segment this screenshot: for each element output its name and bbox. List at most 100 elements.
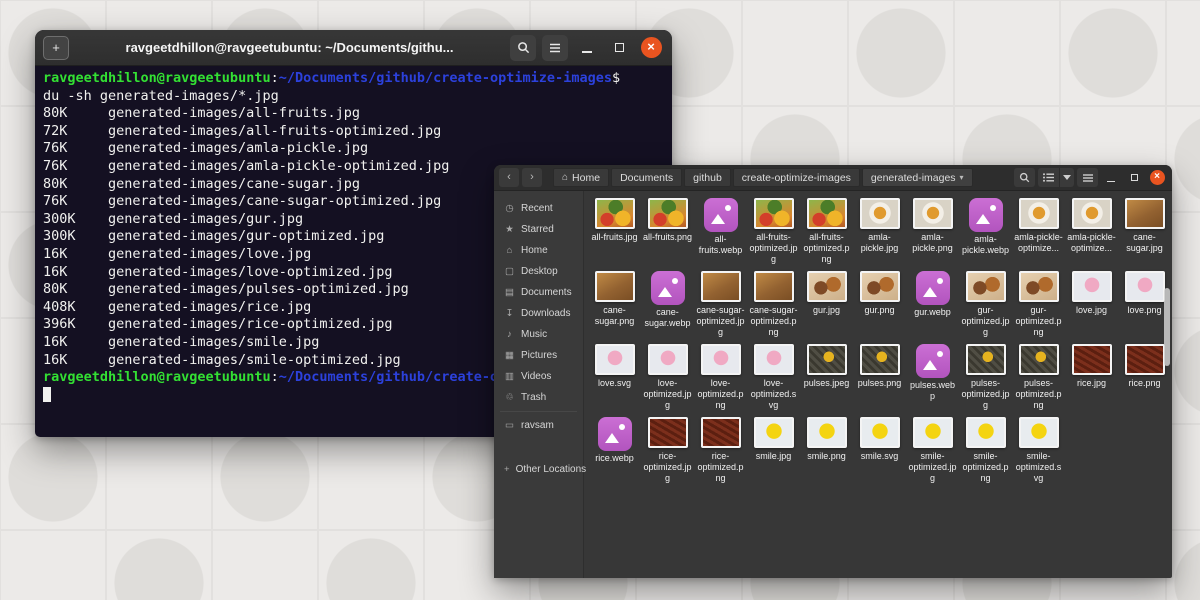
file-item[interactable]: cane-sugar-optimized.png (747, 269, 800, 342)
file-item[interactable]: amla-pickle-optimize... (1065, 196, 1118, 269)
file-item[interactable]: amla-pickle.webp (959, 196, 1012, 269)
file-item[interactable]: gur-optimized.jpg (959, 269, 1012, 342)
file-item[interactable]: all-fruits-optimized.jpg (747, 196, 800, 269)
menu-icon[interactable] (542, 35, 568, 61)
file-item[interactable]: smile-optimized.svg (1012, 415, 1065, 488)
breadcrumb-segment[interactable]: generated-images▾ (862, 168, 973, 187)
sidebar-item[interactable]: ▤Documents (494, 282, 583, 303)
file-name-label: cane-sugar.png (590, 305, 640, 327)
file-item[interactable]: all-fruits.webp (694, 196, 747, 269)
sidebar-item[interactable]: ◷Recent (494, 198, 583, 219)
file-item[interactable]: love-optimized.svg (747, 342, 800, 415)
terminal-command: du -sh generated-images/*.jpg (43, 88, 664, 106)
file-item[interactable]: pulses.png (853, 342, 906, 415)
file-thumbnail (860, 271, 900, 302)
file-item[interactable]: rice-optimized.jpg (641, 415, 694, 488)
file-name-label: cane-sugar.jpg (1120, 232, 1170, 254)
file-item[interactable]: rice.webp (588, 415, 641, 488)
sidebar-item[interactable]: ♲Trash (494, 387, 583, 408)
files-content[interactable]: all-fruits.jpgall-fruits.pngall-fruits.w… (584, 191, 1172, 578)
file-thumbnail (966, 271, 1006, 302)
breadcrumb-segment[interactable]: github▾ (684, 168, 731, 187)
terminal-titlebar[interactable]: + ravgeetdhillon@ravgeetubuntu: ~/Docume… (35, 30, 672, 66)
maximize-icon[interactable] (1124, 168, 1144, 188)
file-name-label: smile.svg (861, 451, 899, 462)
file-thumbnail (1072, 198, 1112, 229)
file-item[interactable]: cane-sugar-optimized.jpg (694, 269, 747, 342)
new-tab-icon[interactable]: + (43, 36, 69, 60)
sidebar-item[interactable]: ★Starred (494, 219, 583, 240)
file-name-label: love-optimized.png (696, 378, 746, 411)
back-icon[interactable]: ‹ (499, 168, 519, 187)
file-item[interactable]: smile.jpg (747, 415, 800, 488)
close-icon[interactable]: × (1147, 168, 1167, 188)
trash-icon: ♲ (504, 392, 515, 403)
view-list-icon[interactable] (1038, 168, 1059, 187)
file-thumbnail (648, 198, 688, 229)
file-path: generated-images/cane-sugar-optimized.jp… (108, 193, 441, 209)
search-icon[interactable] (1014, 168, 1035, 187)
file-name-label: all-fruits-optimized.png (802, 232, 852, 265)
file-item[interactable]: all-fruits.png (641, 196, 694, 269)
file-item[interactable]: cane-sugar.jpg (1118, 196, 1171, 269)
sidebar-item[interactable]: ↧Downloads (494, 303, 583, 324)
file-item[interactable]: pulses.webp (906, 342, 959, 415)
file-item[interactable]: pulses.jpeg (800, 342, 853, 415)
file-item[interactable]: gur.jpg (800, 269, 853, 342)
sidebar-item[interactable]: ▥Videos (494, 366, 583, 387)
sidebar-divider (500, 411, 577, 412)
files-sidebar: ◷Recent★Starred⌂Home▢Desktop▤Documents↧D… (494, 191, 584, 578)
maximize-icon[interactable] (606, 35, 632, 61)
files-headerbar[interactable]: ‹ › ⌂Home▾Documents▾github▾create-optimi… (494, 165, 1172, 191)
file-item[interactable]: all-fruits.jpg (588, 196, 641, 269)
file-name-label: cane-sugar-optimized.png (749, 305, 799, 338)
file-item[interactable]: love-optimized.png (694, 342, 747, 415)
file-item[interactable]: amla-pickle.jpg (853, 196, 906, 269)
close-icon[interactable]: × (638, 35, 664, 61)
file-item[interactable]: pulses-optimized.jpg (959, 342, 1012, 415)
file-item[interactable]: smile.svg (853, 415, 906, 488)
file-item[interactable]: rice.jpg (1065, 342, 1118, 415)
file-item[interactable]: smile-optimized.jpg (906, 415, 959, 488)
file-item[interactable]: cane-sugar.png (588, 269, 641, 342)
file-path: generated-images/all-fruits.jpg (108, 105, 360, 121)
breadcrumb-segment[interactable]: ⌂Home▾ (553, 168, 609, 187)
file-item[interactable]: gur.webp (906, 269, 959, 342)
forward-icon[interactable]: › (522, 168, 542, 187)
file-size: 76K (43, 158, 108, 176)
file-item[interactable]: amla-pickle-optimize... (1012, 196, 1065, 269)
file-item[interactable]: love.svg (588, 342, 641, 415)
breadcrumb-segment[interactable]: Documents▾ (611, 168, 682, 187)
file-name-label: cane-sugar.webp (643, 307, 693, 329)
minimize-icon[interactable] (574, 35, 600, 61)
file-thumbnail (966, 417, 1006, 448)
breadcrumb-segment[interactable]: create-optimize-images▾ (733, 168, 860, 187)
sidebar-item[interactable]: ▢Desktop (494, 261, 583, 282)
sidebar-item[interactable]: ▭ravsam (494, 415, 583, 436)
file-name-label: smile.jpg (756, 451, 792, 462)
search-icon[interactable] (510, 35, 536, 61)
file-thumbnail (754, 198, 794, 229)
file-thumbnail (1125, 198, 1165, 229)
file-item[interactable]: love.jpg (1065, 269, 1118, 342)
file-item[interactable]: love-optimized.jpg (641, 342, 694, 415)
file-item[interactable]: smile-optimized.png (959, 415, 1012, 488)
file-name-label: love-optimized.svg (749, 378, 799, 411)
breadcrumb-label: create-optimize-images (742, 172, 851, 184)
file-item[interactable]: smile.png (800, 415, 853, 488)
minimize-icon[interactable] (1101, 168, 1121, 188)
file-item[interactable]: amla-pickle.png (906, 196, 959, 269)
menu-icon[interactable] (1077, 168, 1098, 187)
sidebar-item[interactable]: +Other Locations (494, 459, 583, 480)
scrollbar-thumb[interactable] (1164, 288, 1170, 366)
chevron-down-icon[interactable] (1059, 168, 1074, 187)
file-item[interactable]: cane-sugar.webp (641, 269, 694, 342)
file-item[interactable]: rice-optimized.png (694, 415, 747, 488)
file-item[interactable]: pulses-optimized.png (1012, 342, 1065, 415)
sidebar-item[interactable]: ▦Pictures (494, 345, 583, 366)
sidebar-item[interactable]: ♪Music (494, 324, 583, 345)
sidebar-item[interactable]: ⌂Home (494, 240, 583, 261)
file-item[interactable]: all-fruits-optimized.png (800, 196, 853, 269)
file-item[interactable]: gur.png (853, 269, 906, 342)
file-item[interactable]: gur-optimized.png (1012, 269, 1065, 342)
